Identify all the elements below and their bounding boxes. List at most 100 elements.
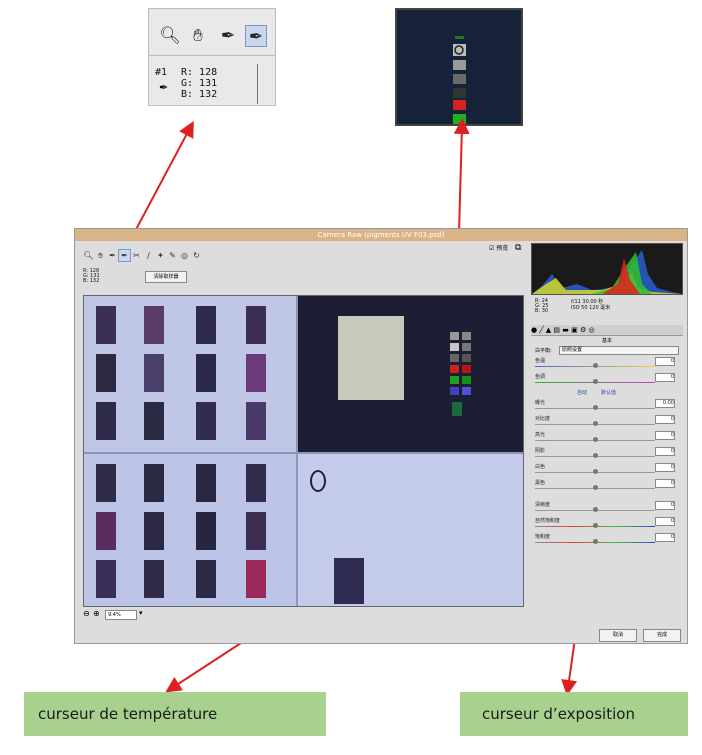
- exposure-callout: curseur d’exposition: [460, 692, 688, 736]
- swatch-card: [246, 402, 266, 440]
- slider-knob[interactable]: [593, 507, 598, 512]
- slider-value-field[interactable]: 0: [655, 501, 675, 510]
- histogram-graphic: [532, 250, 682, 294]
- slider-label: 饱和度: [535, 534, 551, 540]
- window-titlebar: Camera Raw (pigments UV F03.psd): [75, 229, 687, 241]
- slider-clarity[interactable]: 清晰度 0: [535, 501, 679, 515]
- tab-camera-icon[interactable]: ◎: [589, 326, 595, 334]
- slider-label: 阴影: [535, 448, 546, 454]
- slider-knob[interactable]: [593, 453, 598, 458]
- tab-detail-icon[interactable]: ▲: [546, 326, 551, 334]
- tab-tone-curve-icon[interactable]: ╱: [539, 326, 543, 334]
- swatch-card: [96, 306, 116, 344]
- slider-value-field[interactable]: 0: [655, 533, 675, 542]
- cancel-button[interactable]: 取消: [599, 629, 637, 642]
- done-button[interactable]: 完成: [643, 629, 681, 642]
- slider-label: 清晰度: [535, 502, 551, 508]
- slider-knob[interactable]: [593, 421, 598, 426]
- slider-tint[interactable]: 色调 0: [535, 373, 679, 387]
- tab-fx-icon[interactable]: ⚙: [580, 326, 586, 334]
- slider-highlights[interactable]: 高光 0: [535, 431, 679, 445]
- filter-tool-icon[interactable]: ◎: [179, 250, 190, 261]
- slider-knob[interactable]: [593, 485, 598, 490]
- zoom-tool-icon[interactable]: 🔍︎: [83, 250, 94, 261]
- slider-value-field[interactable]: 0: [655, 447, 675, 456]
- swatch-card: [96, 560, 116, 598]
- tab-split-icon[interactable]: ▬: [562, 326, 569, 334]
- slider-knob[interactable]: [593, 437, 598, 442]
- adjustments-panel: R: 24 G: 25 B: 30 f/11 30.00 秒 ISO 50 12…: [531, 243, 683, 623]
- histogram: [531, 243, 683, 295]
- swatch-card: [246, 560, 266, 598]
- slider-knob[interactable]: [593, 539, 598, 544]
- slider-value-field[interactable]: 0: [655, 479, 675, 488]
- chevron-down-icon[interactable]: ▾: [139, 609, 143, 617]
- slider-blacks[interactable]: 黑色 0: [535, 479, 679, 493]
- slider-value-field[interactable]: 0: [655, 431, 675, 440]
- slider-label: 色温: [535, 358, 546, 364]
- preview-quadrant: [298, 296, 523, 452]
- slider-label: 曝光: [535, 400, 546, 406]
- default-link[interactable]: 默认值: [601, 389, 616, 396]
- swatch-card: [144, 560, 164, 598]
- slider-knob[interactable]: [593, 523, 598, 528]
- swatch-card: [96, 464, 116, 502]
- slider-knob[interactable]: [593, 363, 598, 368]
- tab-basic-icon[interactable]: ●: [531, 326, 537, 334]
- slider-saturation[interactable]: 饱和度 0: [535, 533, 679, 547]
- swatch-card: [96, 512, 116, 550]
- clear-samplers-button[interactable]: 清除取样器: [145, 271, 187, 283]
- swatch-card: [144, 512, 164, 550]
- tab-lens-icon[interactable]: ▣: [571, 326, 578, 334]
- slider-value-field[interactable]: 0: [655, 463, 675, 472]
- swatch-card: [196, 354, 216, 392]
- hand-tool-icon[interactable]: ✋︎: [95, 250, 106, 261]
- readout-b: B: 132: [83, 278, 100, 284]
- spot-tool-icon[interactable]: ✦: [155, 250, 166, 261]
- slider-label: 色调: [535, 374, 546, 380]
- slider-temperature[interactable]: 色温 0: [535, 357, 679, 371]
- white-balance-select[interactable]: 原照设置: [559, 346, 679, 355]
- slider-vibrance[interactable]: 自然饱和度 0: [535, 517, 679, 531]
- slider-contrast[interactable]: 对比度 0: [535, 415, 679, 429]
- fullscreen-icon[interactable]: ⧉: [515, 243, 521, 254]
- swatch-card: [96, 402, 116, 440]
- slider-shadows[interactable]: 阴影 0: [535, 447, 679, 461]
- histogram-readout: R: 24 G: 25 B: 30: [535, 299, 549, 314]
- sampler-tool-icon[interactable]: ✒: [118, 249, 131, 262]
- slider-knob[interactable]: [593, 405, 598, 410]
- tab-hsl-icon[interactable]: ▤: [553, 326, 560, 334]
- logo-mark: [310, 470, 326, 492]
- window-title: Camera Raw (pigments UV F03.psd): [317, 231, 445, 239]
- image-preview[interactable]: [83, 295, 524, 607]
- brush-tool-icon[interactable]: ✎: [167, 250, 178, 261]
- slider-label: 高光: [535, 432, 546, 438]
- hist-b: B: 30: [535, 308, 549, 314]
- slider-knob[interactable]: [593, 469, 598, 474]
- slider-knob[interactable]: [593, 379, 598, 384]
- straighten-tool-icon[interactable]: ∕: [143, 250, 154, 261]
- rotate-tool-icon[interactable]: ↻: [191, 250, 202, 261]
- exif-info: f/11 30.00 秒 ISO 50 120 毫米: [571, 299, 610, 311]
- slider-exposure[interactable]: 曝光 0.00: [535, 399, 679, 413]
- zoom-level-field[interactable]: 9.4%: [105, 610, 137, 620]
- slider-value-field[interactable]: 0: [655, 373, 675, 382]
- auto-link[interactable]: 自动: [577, 389, 587, 396]
- slider-label: 黑色: [535, 480, 546, 486]
- slider-value-field[interactable]: 0: [655, 357, 675, 366]
- panel-tabs: ● ╱ ▲ ▤ ▬ ▣ ⚙ ◎: [531, 325, 683, 336]
- color-checker-strip: [450, 332, 471, 416]
- wb-tool-icon[interactable]: ✒: [107, 250, 118, 261]
- slider-value-field[interactable]: 0: [655, 415, 675, 424]
- preview-label: 预览: [496, 245, 509, 252]
- crop-tool-icon[interactable]: ✂: [131, 250, 142, 261]
- swatch-card: [196, 402, 216, 440]
- temperature-callout: curseur de température: [24, 692, 326, 736]
- zoom-in-icon[interactable]: ⊕: [93, 609, 100, 618]
- slider-whites[interactable]: 白色 0: [535, 463, 679, 477]
- slider-value-field[interactable]: 0: [655, 517, 675, 526]
- slider-label: 白色: [535, 464, 546, 470]
- slider-value-field[interactable]: 0.00: [655, 399, 675, 408]
- zoom-out-icon[interactable]: ⊖: [83, 609, 90, 618]
- preview-checkbox[interactable]: ☑ 预览: [489, 243, 508, 254]
